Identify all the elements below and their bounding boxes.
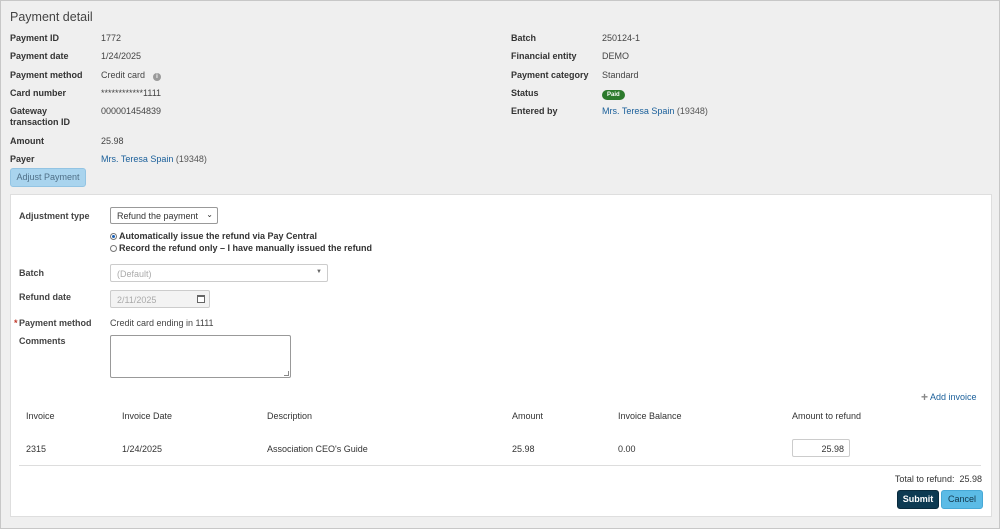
column-header: Invoice: [26, 411, 55, 421]
label: Payer: [10, 154, 35, 165]
caret-down-icon: ▼: [316, 269, 322, 275]
detail-entered-by: Entered by Mrs. Teresa Spain (19348): [511, 104, 981, 122]
add-invoice-link[interactable]: + Add invoice: [921, 390, 977, 404]
detail-payment-date: Payment date 1/24/2025: [10, 49, 480, 67]
table-row: 2315 1/24/2025 Association CEO's Guide 2…: [19, 439, 981, 466]
entered-by-id: (19348): [676, 106, 708, 117]
resize-grip-icon[interactable]: [284, 371, 289, 376]
column-header: Amount: [512, 411, 544, 421]
invoice-link[interactable]: 2315: [26, 444, 46, 454]
chevron-down-icon: ⌄: [206, 210, 213, 219]
value: 25.98: [101, 136, 124, 147]
label: Payment ID: [10, 33, 60, 43]
label: Payment date: [10, 51, 69, 62]
batch-label: Batch: [19, 268, 45, 278]
page-frame: Payment detail Payment ID 1772 Payment d…: [0, 0, 1000, 529]
adjustment-type-select[interactable]: Refund the payment ⌄: [110, 207, 218, 224]
total-to-refund: Total to refund: 25.98: [895, 474, 982, 484]
submit-button[interactable]: Submit: [897, 490, 939, 509]
detail-payment-id: Payment ID 1772: [10, 31, 480, 49]
add-invoice-label: Add invoice: [930, 392, 977, 402]
refund-date-value: 2/11/2025: [117, 295, 157, 305]
amount-to-refund-input[interactable]: 25.98: [792, 439, 850, 457]
refund-date-input[interactable]: 2/11/2025: [110, 290, 210, 308]
entered-by-link[interactable]: Mrs. Teresa Spain: [602, 106, 674, 116]
required-marker: *: [14, 318, 18, 328]
total-label: Total to refund:: [894, 474, 955, 484]
value: 000001454839: [101, 106, 162, 117]
batch-placeholder: (Default): [117, 269, 152, 279]
value: 1/24/2025: [101, 51, 142, 62]
batch-dropdown[interactable]: (Default) ▼: [110, 264, 328, 282]
label: Entered by: [511, 106, 558, 117]
calendar-icon[interactable]: [197, 295, 205, 303]
column-header: Invoice Date: [122, 411, 173, 421]
value: Paid: [602, 88, 625, 100]
cancel-button[interactable]: Cancel: [941, 490, 983, 509]
invoice-balance: 0.00: [618, 444, 636, 454]
plus-icon: +: [921, 390, 929, 404]
value: 1772: [101, 33, 122, 43]
detail-card-number: Card number ************1111: [10, 86, 480, 104]
detail-status: Status Paid: [511, 86, 981, 104]
invoice-description: Association CEO's Guide: [267, 444, 368, 454]
column-header: Description: [267, 411, 313, 421]
invoice-amount: 25.98: [512, 444, 535, 454]
adjust-payment-button[interactable]: Adjust Payment: [10, 168, 86, 187]
info-icon[interactable]: i: [153, 72, 162, 81]
value: Mrs. Teresa Spain (19348): [602, 106, 708, 116]
payer-link[interactable]: Mrs. Teresa Spain: [101, 154, 173, 164]
payment-details-right: Batch 250124-1 Financial entity DEMO Pay…: [511, 31, 981, 122]
batch-link[interactable]: 250124-1: [602, 33, 640, 43]
comments-textarea[interactable]: [110, 335, 291, 378]
adjustment-type-label: Adjustment type: [19, 211, 90, 221]
payment-method-value: Credit card ending in 1111: [110, 318, 214, 328]
comments-label: Comments: [19, 336, 66, 346]
label: Card number: [10, 87, 67, 98]
value: DEMO: [602, 51, 629, 62]
value: Mrs. Teresa Spain (19348): [101, 154, 207, 164]
refund-date-label: Refund date: [19, 292, 72, 302]
label: Batch: [511, 33, 537, 43]
label: Financial entity: [511, 51, 577, 62]
radio-selected-icon[interactable]: [110, 233, 117, 240]
label: Gateway transaction ID: [10, 106, 71, 128]
label: Amount: [10, 136, 44, 147]
invoice-table-header: Invoice Invoice Date Description Amount …: [19, 411, 981, 427]
adjustment-panel: Adjustment type Refund the payment ⌄ Aut…: [10, 194, 992, 517]
detail-payment-method: Payment method Credit card i: [10, 68, 480, 86]
detail-payment-category: Payment category Standard: [511, 68, 981, 86]
payment-method-value: Credit card: [101, 69, 146, 80]
detail-gateway-id: Gateway transaction ID 000001454839: [10, 104, 480, 134]
payment-details-left: Payment ID 1772 Payment date 1/24/2025 P…: [10, 31, 480, 171]
payment-method-label: Payment method: [19, 318, 92, 328]
detail-financial-entity: Financial entity DEMO: [511, 49, 981, 67]
radio-manual-refund[interactable]: Record the refund only – I have manually…: [110, 243, 372, 253]
radio-auto-label: Automatically issue the refund via Pay C…: [119, 231, 318, 241]
detail-batch: Batch 250124-1: [511, 31, 981, 49]
value: Credit card i: [101, 69, 162, 81]
total-value: 25.98: [959, 474, 982, 484]
label: Status: [511, 87, 539, 98]
radio-manual-label: Record the refund only – I have manually…: [119, 243, 373, 253]
value: Standard: [602, 69, 639, 80]
payer-id: (19348): [175, 154, 207, 165]
page-title: Payment detail: [10, 10, 93, 24]
column-header: Invoice Balance: [618, 411, 682, 421]
radio-auto-refund[interactable]: Automatically issue the refund via Pay C…: [110, 231, 317, 241]
label: Payment category: [511, 69, 589, 80]
adjustment-type-value: Refund the payment: [117, 211, 199, 221]
value: ************1111: [101, 87, 162, 98]
label: Payment method: [10, 69, 83, 80]
column-header: Amount to refund: [792, 411, 862, 421]
radio-unselected-icon[interactable]: [110, 245, 117, 252]
detail-amount: Amount 25.98: [10, 134, 480, 152]
status-badge: Paid: [602, 89, 625, 100]
invoice-date: 1/24/2025: [122, 444, 163, 454]
